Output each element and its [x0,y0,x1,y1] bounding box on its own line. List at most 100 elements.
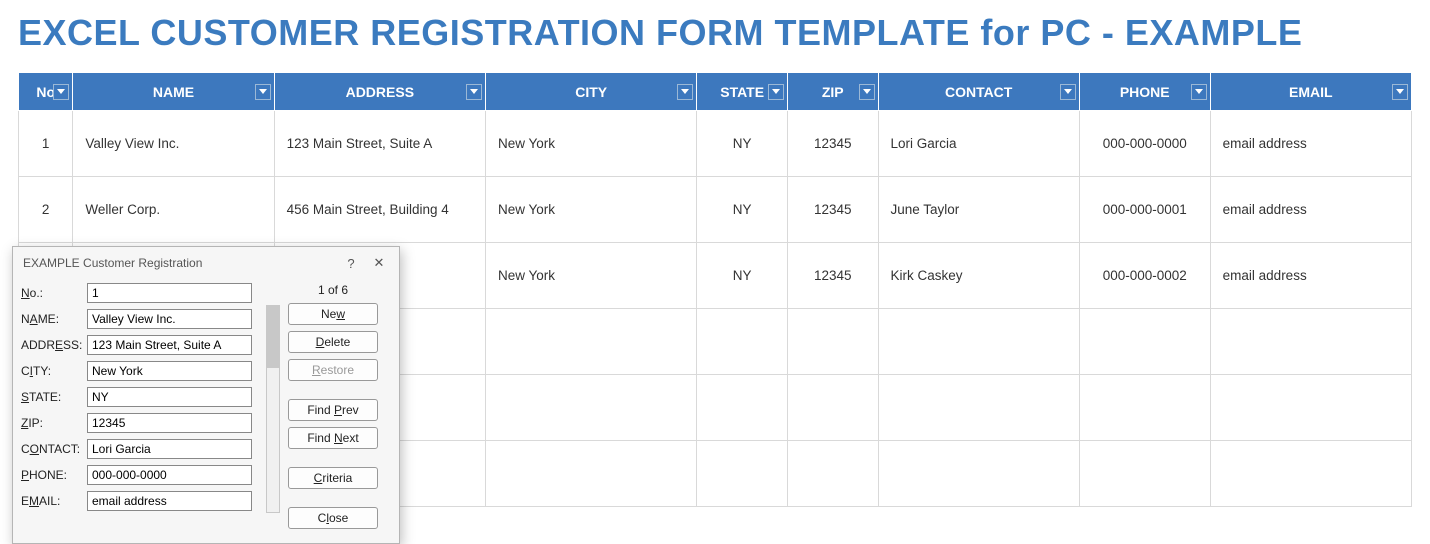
close-icon[interactable]: ✕ [365,253,393,273]
filter-dropdown-icon[interactable] [1060,84,1076,100]
address-field[interactable] [87,335,252,355]
zip-field[interactable] [87,413,252,433]
filter-dropdown-icon[interactable] [768,84,784,100]
cell-email[interactable] [1210,375,1411,441]
cell-zip[interactable]: 12345 [787,243,878,309]
cell-phone[interactable] [1079,441,1210,507]
filter-dropdown-icon[interactable] [1191,84,1207,100]
column-header-email[interactable]: EMAIL [1210,73,1411,111]
cell-state[interactable]: NY [697,243,788,309]
criteria-button[interactable]: Criteria [288,467,378,489]
help-icon[interactable]: ? [337,253,365,273]
cell-phone[interactable] [1079,309,1210,375]
filter-dropdown-icon[interactable] [859,84,875,100]
record-counter: 1 of 6 [288,283,378,297]
filter-dropdown-icon[interactable] [677,84,693,100]
column-header-label: ZIP [822,84,844,100]
cell-city[interactable]: New York [486,111,697,177]
field-label-phone: PHONE: [21,468,87,482]
column-header-phone[interactable]: PHONE [1079,73,1210,111]
cell-state[interactable] [697,441,788,507]
record-scrollbar[interactable] [266,305,280,513]
page-title: EXCEL CUSTOMER REGISTRATION FORM TEMPLAT… [0,0,1430,72]
delete-button[interactable]: Delete [288,331,378,353]
new-button[interactable]: New [288,303,378,325]
column-header-state[interactable]: STATE [697,73,788,111]
column-header-label: STATE [720,84,764,100]
column-header-label: EMAIL [1289,84,1333,100]
table-row[interactable]: 2Weller Corp.456 Main Street, Building 4… [19,177,1412,243]
cell-phone[interactable]: 000-000-0001 [1079,177,1210,243]
dialog-title: EXAMPLE Customer Registration [23,256,337,270]
field-label-city: CITY: [21,364,87,378]
contact-field[interactable] [87,439,252,459]
cell-no[interactable]: 1 [19,111,73,177]
cell-zip[interactable] [787,441,878,507]
find-prev-button[interactable]: Find Prev [288,399,378,421]
cell-contact[interactable]: June Taylor [878,177,1079,243]
column-header-label: NAME [153,84,194,100]
column-header-no[interactable]: No [19,73,73,111]
email-field[interactable] [87,491,252,511]
field-label-name: NAME: [21,312,87,326]
cell-city[interactable] [486,375,697,441]
cell-email[interactable] [1210,309,1411,375]
column-header-label: CITY [575,84,607,100]
cell-no[interactable]: 2 [19,177,73,243]
cell-city[interactable]: New York [486,177,697,243]
cell-contact[interactable] [878,441,1079,507]
filter-dropdown-icon[interactable] [466,84,482,100]
filter-dropdown-icon[interactable] [53,84,69,100]
cell-phone[interactable]: 000-000-0002 [1079,243,1210,309]
city-field[interactable] [87,361,252,381]
column-header-city[interactable]: CITY [486,73,697,111]
close-button[interactable]: Close [288,507,378,529]
cell-contact[interactable] [878,375,1079,441]
field-label-email: EMAIL: [21,494,87,508]
column-header-name[interactable]: NAME [73,73,274,111]
cell-address[interactable]: 123 Main Street, Suite A [274,111,485,177]
cell-city[interactable] [486,309,697,375]
cell-email[interactable] [1210,441,1411,507]
cell-zip[interactable]: 12345 [787,111,878,177]
column-header-label: ADDRESS [346,84,414,100]
cell-phone[interactable] [1079,375,1210,441]
no-field[interactable] [87,283,252,303]
field-label-address: ADDRESS: [21,338,87,352]
cell-zip[interactable] [787,309,878,375]
cell-state[interactable]: NY [697,177,788,243]
cell-zip[interactable] [787,375,878,441]
column-header-contact[interactable]: CONTACT [878,73,1079,111]
data-form-dialog: EXAMPLE Customer Registration ? ✕ No.: N… [12,246,400,544]
cell-zip[interactable]: 12345 [787,177,878,243]
cell-contact[interactable]: Lori Garcia [878,111,1079,177]
cell-email[interactable]: email address [1210,111,1411,177]
column-header-address[interactable]: ADDRESS [274,73,485,111]
cell-state[interactable]: NY [697,111,788,177]
cell-state[interactable] [697,375,788,441]
restore-button[interactable]: Restore [288,359,378,381]
cell-contact[interactable] [878,309,1079,375]
cell-city[interactable] [486,441,697,507]
table-row[interactable]: 1Valley View Inc.123 Main Street, Suite … [19,111,1412,177]
name-field[interactable] [87,309,252,329]
cell-city[interactable]: New York [486,243,697,309]
filter-dropdown-icon[interactable] [1392,84,1408,100]
state-field[interactable] [87,387,252,407]
cell-state[interactable] [697,309,788,375]
phone-field[interactable] [87,465,252,485]
cell-name[interactable]: Valley View Inc. [73,111,274,177]
dialog-titlebar[interactable]: EXAMPLE Customer Registration ? ✕ [13,247,399,279]
column-header-zip[interactable]: ZIP [787,73,878,111]
cell-address[interactable]: 456 Main Street, Building 4 [274,177,485,243]
cell-email[interactable]: email address [1210,243,1411,309]
find-next-button[interactable]: Find Next [288,427,378,449]
column-header-label: CONTACT [945,84,1012,100]
filter-dropdown-icon[interactable] [255,84,271,100]
cell-phone[interactable]: 000-000-0000 [1079,111,1210,177]
cell-contact[interactable]: Kirk Caskey [878,243,1079,309]
field-label-contact: CONTACT: [21,442,87,456]
cell-name[interactable]: Weller Corp. [73,177,274,243]
field-label-state: STATE: [21,390,87,404]
cell-email[interactable]: email address [1210,177,1411,243]
